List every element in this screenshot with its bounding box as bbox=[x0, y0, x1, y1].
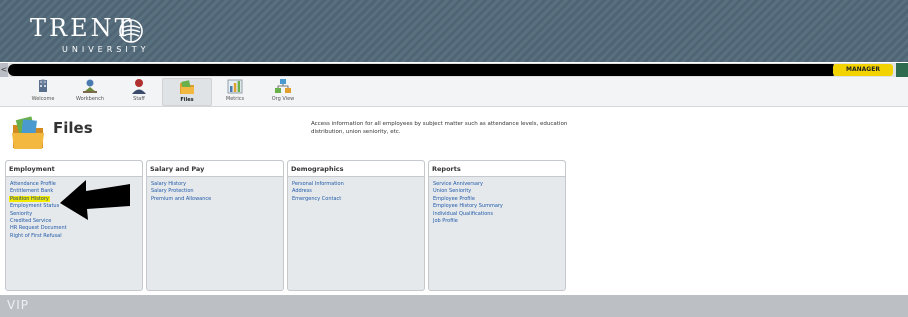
tool-label: Workbench bbox=[76, 96, 104, 102]
files-icon bbox=[180, 80, 194, 94]
tool-workbench[interactable]: Workbench bbox=[65, 78, 115, 106]
card-reports: Reports Service Anniversary Union Senior… bbox=[428, 160, 566, 291]
card-salary-and-pay: Salary and Pay Salary History Salary Pro… bbox=[146, 160, 284, 291]
card-demographics: Demographics Personal Information Addres… bbox=[287, 160, 425, 291]
top-navbar: < MANAGER PORTAL bbox=[0, 63, 908, 85]
link-service-anniversary[interactable]: Service Anniversary bbox=[432, 181, 565, 188]
page-title: Files bbox=[53, 119, 93, 137]
navbar-right-edge bbox=[896, 63, 908, 77]
page-intro: Access information for all employees by … bbox=[311, 121, 568, 135]
link-hr-request-document[interactable]: HR Request Document bbox=[9, 225, 142, 232]
link-address[interactable]: Address bbox=[291, 188, 424, 195]
card-title: Salary and Pay bbox=[147, 161, 283, 177]
footer-bar: VIP bbox=[0, 295, 908, 317]
link-salary-protection[interactable]: Salary Protection bbox=[150, 188, 283, 195]
collapse-left-button[interactable]: < bbox=[0, 63, 8, 77]
files-page-icon bbox=[12, 116, 44, 149]
link-right-of-first-refusal[interactable]: Right of First Refusal bbox=[9, 233, 142, 240]
tool-files[interactable]: Files bbox=[162, 78, 212, 106]
link-employee-profile[interactable]: Employee Profile bbox=[432, 196, 565, 203]
tool-staff[interactable]: Staff bbox=[114, 78, 164, 106]
link-employee-history-summary[interactable]: Employee History Summary bbox=[432, 203, 565, 210]
header-banner: TRENT UNIVERSITY bbox=[0, 0, 908, 62]
link-salary-history[interactable]: Salary History bbox=[150, 181, 283, 188]
welcome-icon bbox=[39, 79, 47, 92]
card-title: Reports bbox=[429, 161, 565, 177]
link-individual-qualifications[interactable]: Individual Qualifications bbox=[432, 211, 565, 218]
card-link-list: Service Anniversary Union Seniority Empl… bbox=[429, 177, 565, 225]
tool-label: Files bbox=[180, 97, 194, 103]
workbench-icon bbox=[83, 79, 97, 93]
tool-label: Org View bbox=[271, 96, 295, 102]
redacted-bar bbox=[8, 64, 838, 76]
org-view-icon bbox=[275, 79, 291, 93]
module-toolbar: Welcome Workbench Staff Files Metrics Or… bbox=[0, 77, 908, 107]
tool-welcome[interactable]: Welcome bbox=[18, 78, 68, 106]
logo-subtitle: UNIVERSITY bbox=[62, 45, 150, 54]
vip-logo: VIP bbox=[7, 298, 29, 312]
staff-icon bbox=[132, 79, 146, 94]
card-link-list: Salary History Salary Protection Premium… bbox=[147, 177, 283, 203]
tool-org-view[interactable]: Org View bbox=[258, 78, 308, 106]
link-premium-and-allowance[interactable]: Premium and Allowance bbox=[150, 196, 283, 203]
manager-portal-button[interactable]: MANAGER PORTAL bbox=[833, 64, 893, 85]
card-title: Employment bbox=[6, 161, 142, 177]
link-job-profile[interactable]: Job Profile bbox=[432, 218, 565, 225]
tool-metrics[interactable]: Metrics bbox=[210, 78, 260, 106]
pointer-arrow-icon bbox=[60, 180, 130, 220]
card-link-list: Personal Information Address Emergency C… bbox=[288, 177, 424, 203]
card-title: Demographics bbox=[288, 161, 424, 177]
link-union-seniority[interactable]: Union Seniority bbox=[432, 188, 565, 195]
tool-label: Metrics bbox=[225, 96, 245, 102]
tool-label: Welcome bbox=[31, 96, 55, 102]
university-crest-icon bbox=[119, 19, 143, 43]
link-emergency-contact[interactable]: Emergency Contact bbox=[291, 196, 424, 203]
link-personal-information[interactable]: Personal Information bbox=[291, 181, 424, 188]
metrics-icon bbox=[227, 79, 243, 94]
tool-label: Staff bbox=[133, 96, 145, 102]
